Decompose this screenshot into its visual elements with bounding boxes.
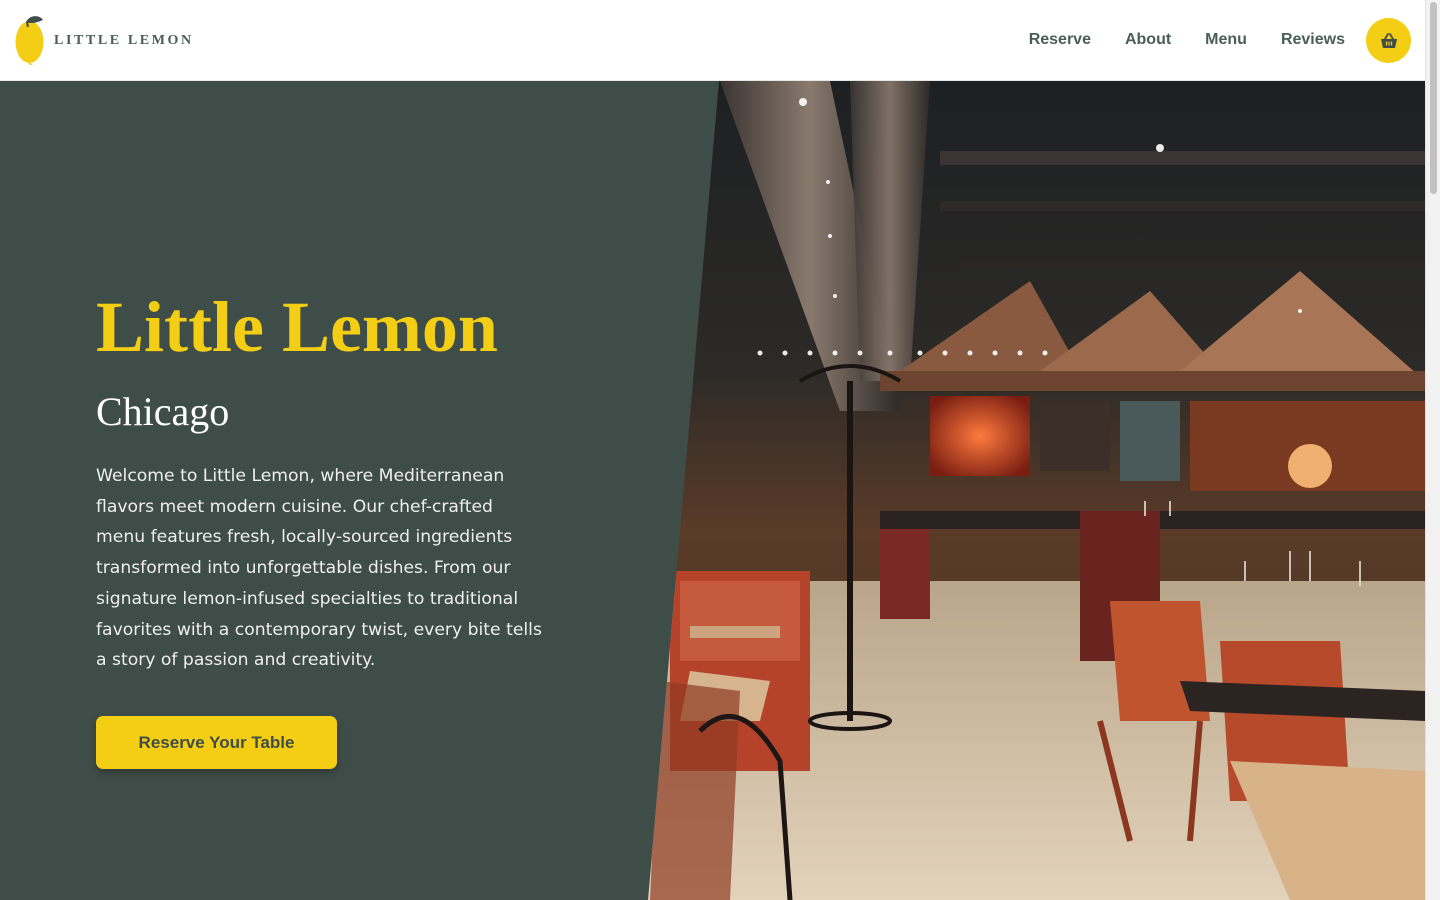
hero-title: Little Lemon (96, 287, 498, 367)
main-nav: Reserve About Menu Reviews (1029, 0, 1345, 80)
lemon-logo-icon (15, 16, 44, 65)
nav-link-reviews[interactable]: Reviews (1281, 31, 1345, 49)
hero-section: Little Lemon Chicago Welcome to Little L… (0, 81, 1425, 900)
site-header: LITTLE LEMON Reserve About Menu Reviews (0, 0, 1425, 81)
page-scrollbar[interactable] (1425, 0, 1440, 900)
hero-subtitle: Chicago (96, 389, 230, 434)
reserve-table-button[interactable]: Reserve Your Table (96, 716, 337, 769)
logo[interactable]: LITTLE LEMON (14, 14, 194, 66)
nav-link-menu[interactable]: Menu (1205, 31, 1247, 49)
hero-description: Welcome to Little Lemon, where Mediterra… (96, 466, 542, 671)
scrollbar-thumb[interactable] (1430, 2, 1437, 194)
nav-link-reserve[interactable]: Reserve (1029, 31, 1091, 49)
basket-icon (1380, 32, 1397, 48)
logo-text: LITTLE LEMON (54, 33, 194, 48)
nav-link-about[interactable]: About (1125, 31, 1171, 49)
cart-button[interactable] (1366, 18, 1411, 63)
